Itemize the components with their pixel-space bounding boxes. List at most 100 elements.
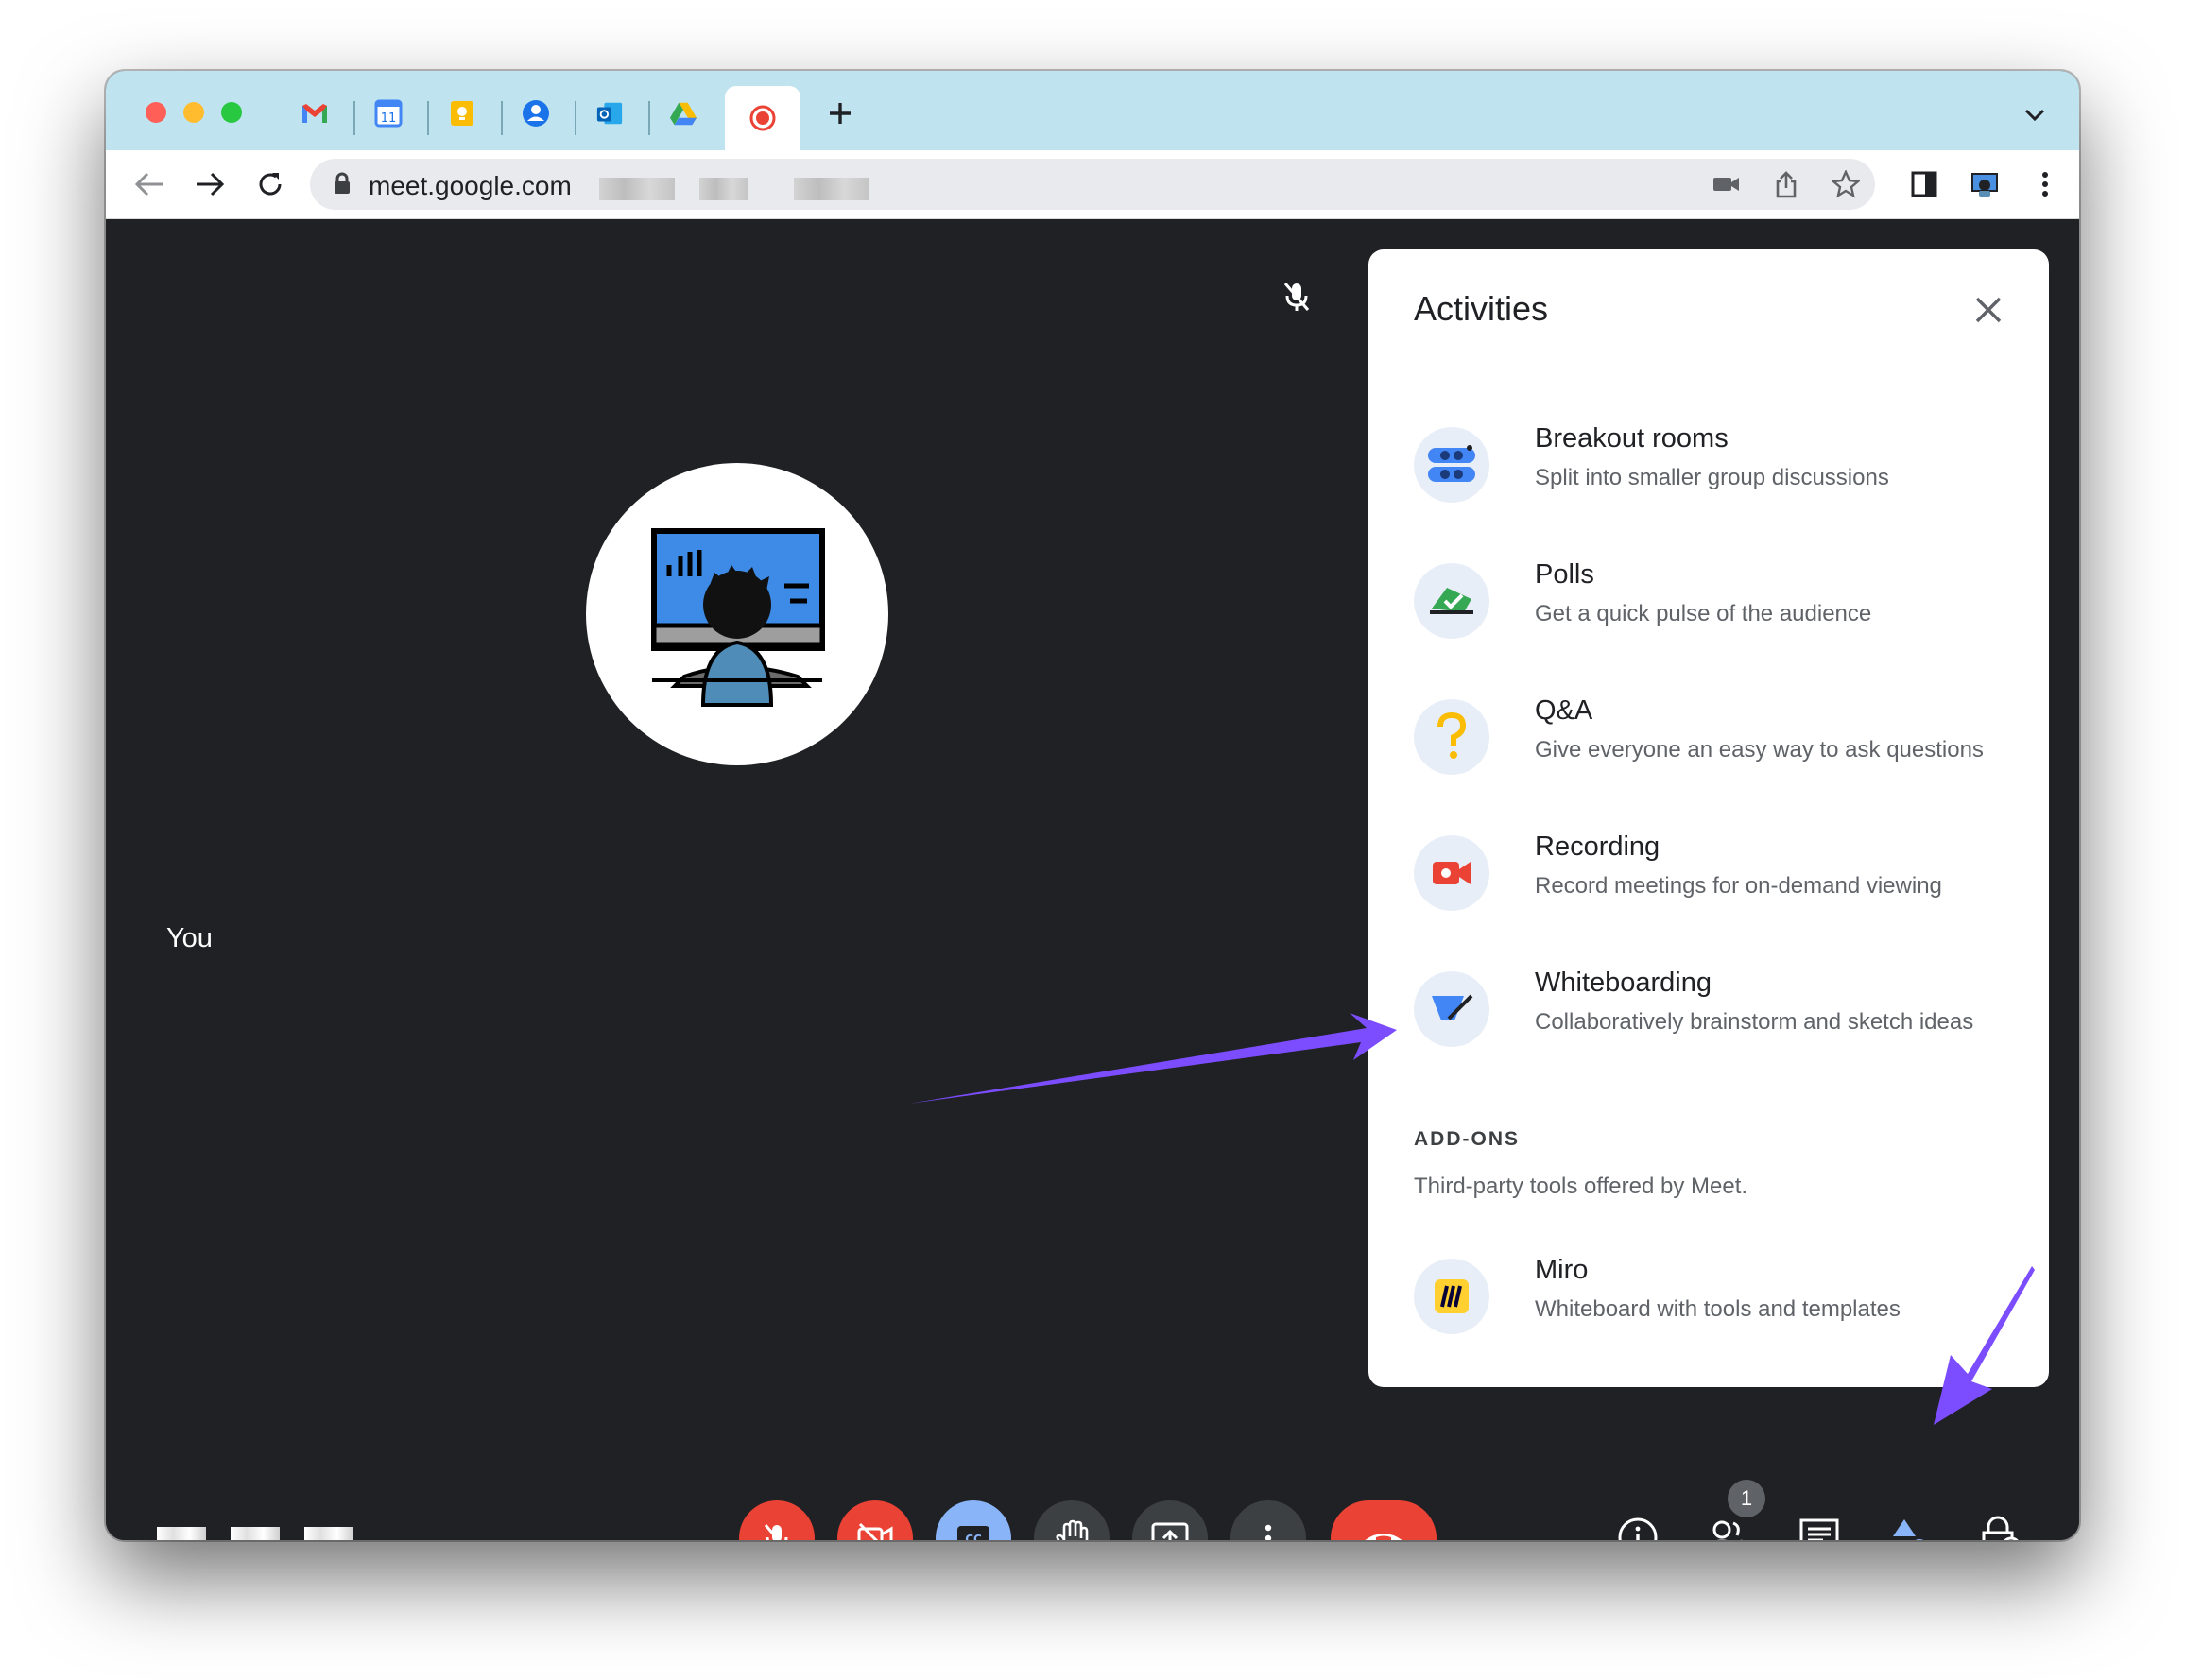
bookmark-star-icon[interactable] [1831, 169, 1861, 198]
tab-calendar[interactable]: 11 [374, 99, 403, 128]
present-screen-button[interactable] [1132, 1500, 1208, 1540]
plus-icon [830, 103, 851, 124]
new-tab-button[interactable] [826, 99, 854, 128]
meeting-stage: You Activities Breakout rooms Split into… [106, 219, 2079, 1540]
calendar-icon: 11 [374, 99, 403, 128]
activity-title: Recording [1535, 831, 1660, 862]
tab-keep[interactable] [448, 99, 476, 128]
participants-count-badge: 1 [1728, 1480, 1765, 1517]
tab-search-dropdown[interactable] [2021, 101, 2049, 129]
breakout-rooms-icon [1414, 427, 1489, 503]
browser-toolbar: meet.google.com [106, 150, 2079, 219]
toggle-camera-button[interactable] [837, 1500, 913, 1540]
contacts-icon [523, 100, 549, 127]
avatar [586, 463, 888, 765]
chevron-down-icon [2024, 109, 2045, 122]
more-vert-icon [2042, 172, 2048, 197]
activity-polls[interactable]: Polls Get a quick pulse of the audience [1368, 548, 2049, 661]
forward-button[interactable] [193, 167, 227, 201]
address-bar[interactable]: meet.google.com [310, 159, 1875, 210]
lock-icon [333, 172, 352, 195]
camera-in-use-icon[interactable] [1712, 173, 1741, 196]
redacted-url-part [699, 178, 748, 200]
people-icon [1712, 1520, 1743, 1540]
redacted-url-part [794, 178, 869, 200]
more-options-button[interactable] [1230, 1500, 1306, 1540]
addons-description: Third-party tools offered by Meet. [1414, 1174, 1748, 1199]
side-panel-button[interactable] [1907, 167, 1941, 201]
activity-description: Split into smaller group discussions [1535, 465, 1889, 490]
captions-button[interactable]: CC [936, 1500, 1011, 1540]
svg-text:CC: CC [965, 1533, 982, 1540]
activities-button[interactable] [1886, 1514, 1934, 1540]
addons-heading: ADD-ONS [1414, 1128, 1520, 1150]
url-text: meet.google.com [369, 171, 572, 200]
drive-icon [669, 102, 697, 126]
svg-text:11: 11 [381, 111, 397, 126]
closed-captions-icon: CC [957, 1526, 989, 1540]
side-panel-icon [1911, 171, 1937, 197]
info-icon [1618, 1517, 1658, 1540]
tab-outlook[interactable] [595, 99, 624, 128]
participant-name-label: You [166, 923, 213, 953]
leave-call-button[interactable] [1331, 1500, 1437, 1540]
lock-person-icon [1982, 1516, 2019, 1540]
close-icon [1975, 297, 2002, 323]
activity-description: Collaboratively brainstorm and sketch id… [1535, 1009, 1974, 1035]
outlook-icon [596, 102, 623, 125]
hand-icon [1056, 1519, 1089, 1540]
reload-button[interactable] [253, 167, 287, 201]
addon-miro[interactable]: Miro Whiteboard with tools and templates [1368, 1243, 2049, 1357]
activity-title: Breakout rooms [1535, 423, 1729, 454]
activities-shapes-icon [1893, 1519, 1924, 1540]
person-at-computer-illustration [651, 528, 825, 707]
activity-description: Give everyone an easy way to ask questio… [1535, 737, 1984, 763]
redacted-meeting-code [304, 1527, 353, 1540]
minimize-window-button[interactable] [183, 102, 204, 123]
activity-description: Record meetings for on-demand viewing [1535, 873, 1942, 899]
present-icon [1151, 1522, 1189, 1540]
activity-description: Get a quick pulse of the audience [1535, 601, 1872, 626]
call-end-icon [1365, 1534, 1402, 1540]
activity-breakout-rooms[interactable]: Breakout rooms Split into smaller group … [1368, 412, 2049, 525]
gmail-icon [302, 104, 327, 123]
addon-title: Miro [1535, 1255, 1589, 1285]
tab-drive[interactable] [669, 99, 697, 128]
keep-icon [451, 101, 473, 126]
activity-title: Q&A [1535, 695, 1593, 726]
activity-qa[interactable]: Q&A Give everyone an easy way to ask que… [1368, 684, 2049, 797]
activity-whiteboarding[interactable]: Whiteboarding Collaboratively brainstorm… [1368, 956, 2049, 1070]
recording-icon [1414, 835, 1489, 911]
tab-contacts[interactable] [522, 99, 550, 128]
profile-button[interactable] [1968, 167, 2002, 201]
share-icon[interactable] [1773, 170, 1799, 198]
browser-menu-button[interactable] [2028, 167, 2062, 201]
tab-gmail[interactable] [301, 99, 329, 128]
meeting-details-button[interactable] [1614, 1514, 1661, 1540]
maximize-window-button[interactable] [221, 102, 242, 123]
arrow-left-icon [134, 172, 163, 197]
tab-meet-active[interactable] [725, 86, 800, 152]
chat-button[interactable] [1796, 1514, 1843, 1540]
reload-icon [259, 173, 282, 196]
activity-title: Whiteboarding [1535, 968, 1712, 998]
more-vert-icon [1265, 1524, 1272, 1540]
arrow-right-icon [197, 172, 225, 197]
profile-avatar-icon [1971, 173, 1998, 197]
participants-button[interactable] [1705, 1514, 1752, 1540]
redacted-meeting-code [157, 1527, 206, 1540]
meet-recording-icon [749, 105, 776, 131]
tab-strip: 11 [106, 71, 2079, 152]
mic-muted-indicator-icon [1280, 280, 1314, 314]
panel-title: Activities [1414, 289, 1549, 328]
activity-recording[interactable]: Recording Record meetings for on-demand … [1368, 820, 2049, 934]
close-panel-button[interactable] [1970, 291, 2007, 329]
chat-icon [1799, 1518, 1839, 1540]
host-controls-button[interactable] [1977, 1514, 2024, 1540]
back-button[interactable] [132, 167, 166, 201]
toggle-microphone-button[interactable] [739, 1500, 815, 1540]
redacted-url-part [599, 178, 675, 200]
mic-off-icon [764, 1524, 788, 1540]
close-window-button[interactable] [146, 102, 166, 123]
raise-hand-button[interactable] [1034, 1500, 1110, 1540]
